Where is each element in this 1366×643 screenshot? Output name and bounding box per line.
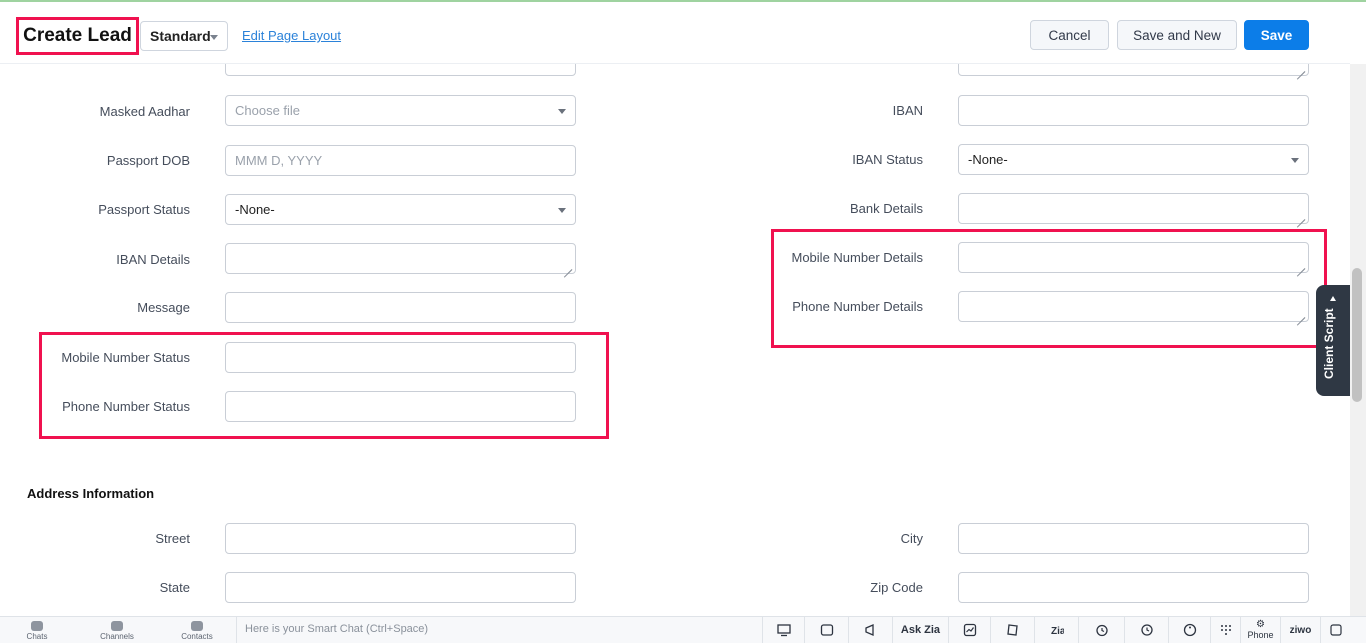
layout-select-value: Standard: [150, 28, 211, 44]
channels-button[interactable]: Channels: [87, 621, 147, 641]
chart-icon: [963, 623, 976, 637]
header-save-and-new-button[interactable]: Save and New: [1117, 20, 1237, 50]
svg-text:Zia: Zia: [1051, 626, 1064, 637]
chevron-down-icon: [558, 208, 566, 213]
history-button[interactable]: [1124, 617, 1168, 643]
phone-number-status-field[interactable]: [225, 391, 576, 422]
note-icon: [1006, 624, 1018, 636]
zia-icon: Zia: [1051, 626, 1064, 637]
caret-up-icon: [1330, 296, 1336, 301]
layout-select[interactable]: Standard: [140, 21, 228, 51]
monitor-icon: [776, 624, 791, 637]
chats-label: Chats: [26, 632, 48, 641]
passport-status-value: -None-: [235, 202, 275, 217]
contacts-label: Contacts: [181, 632, 213, 641]
contacts-icon: [191, 621, 203, 631]
client-script-tab[interactable]: Client Script: [1316, 285, 1350, 396]
iban-status-label: IBAN Status: [852, 152, 923, 167]
analytics-button[interactable]: [948, 617, 990, 643]
phone-number-status-label: Phone Number Status: [62, 399, 190, 414]
iban-status-value: -None-: [968, 152, 1008, 167]
iban-status-select[interactable]: -None-: [958, 144, 1309, 175]
resize-grip-icon: [1296, 260, 1305, 269]
edit-layout-link[interactable]: Edit Page Layout: [242, 28, 341, 43]
zip-code-label: Zip Code: [870, 580, 923, 595]
ziwo-button[interactable]: ziwo: [1280, 617, 1320, 643]
street-field[interactable]: [225, 523, 576, 554]
masked-aadhar-label: Masked Aadhar: [99, 104, 190, 119]
screen-share-button[interactable]: [762, 617, 804, 643]
iban-field[interactable]: [958, 95, 1309, 126]
caret-down-icon: [210, 35, 218, 40]
masked-aadhar-placeholder: Choose file: [235, 103, 301, 118]
client-script-label: Client Script: [1322, 308, 1336, 379]
header-cancel-button[interactable]: Cancel: [1030, 20, 1109, 50]
contacts-button[interactable]: Contacts: [167, 621, 227, 641]
megaphone-icon: [864, 624, 874, 636]
dialpad-icon: [1220, 625, 1231, 635]
mobile-number-status-label: Mobile Number Status: [61, 350, 190, 365]
resize-grip-icon: [1296, 211, 1305, 220]
state-field[interactable]: [225, 572, 576, 603]
chats-button[interactable]: Chats: [7, 621, 67, 641]
gear-icon: ⚙: [1256, 619, 1265, 630]
chat-icon: [31, 621, 43, 631]
masked-aadhar-select[interactable]: Choose file: [225, 95, 576, 126]
state-label: State: [159, 580, 190, 595]
bottom-toolbar: Chats Channels Contacts Here is your Sma…: [0, 616, 1366, 643]
phone-number-details-textarea[interactable]: [958, 291, 1309, 322]
city-field[interactable]: [958, 523, 1309, 554]
bank-details-textarea[interactable]: [958, 193, 1309, 224]
iban-label: IBAN: [892, 103, 923, 118]
dialpad-button[interactable]: [1210, 617, 1240, 643]
resize-grip-icon: [1296, 63, 1305, 72]
bank-details-label: Bank Details: [850, 201, 923, 216]
scrollbar-thumb[interactable]: [1352, 268, 1362, 402]
passport-dob-label: Passport DOB: [106, 153, 190, 168]
passport-status-select[interactable]: -None-: [225, 194, 576, 225]
phone-label: Phone: [1247, 630, 1274, 640]
chevron-down-icon: [1291, 158, 1299, 163]
phone-button[interactable]: ⚙ Phone: [1240, 617, 1280, 643]
alarm-clock-icon: [1095, 624, 1108, 637]
announcement-button[interactable]: [848, 617, 892, 643]
history-icon: [1140, 624, 1153, 636]
city-label: City: [900, 531, 923, 546]
video-icon: [820, 624, 833, 636]
accessibility-icon: [1183, 623, 1196, 637]
feedback-button[interactable]: [1320, 617, 1350, 643]
page-title-label: Create Lead: [16, 17, 139, 55]
notes-button[interactable]: [990, 617, 1034, 643]
iban-details-textarea[interactable]: [225, 243, 576, 274]
smart-chat-input[interactable]: Here is your Smart Chat (Ctrl+Space): [236, 617, 762, 643]
reminder-button[interactable]: [1078, 617, 1124, 643]
mobile-number-status-field[interactable]: [225, 342, 576, 373]
ask-zia-button[interactable]: Ask Zia: [892, 617, 948, 643]
phone-number-details-label: Phone Number Details: [792, 299, 923, 314]
feedback-icon: [1329, 624, 1342, 636]
accessibility-button[interactable]: [1168, 617, 1210, 643]
zia-button[interactable]: Zia: [1034, 617, 1078, 643]
mobile-number-details-label: Mobile Number Details: [791, 250, 924, 265]
zip-code-field[interactable]: [958, 572, 1309, 603]
meeting-button[interactable]: [804, 617, 848, 643]
channels-label: Channels: [100, 632, 134, 641]
iban-details-label: IBAN Details: [116, 252, 190, 267]
message-label: Message: [137, 300, 190, 315]
mobile-number-details-textarea[interactable]: [958, 242, 1309, 273]
street-label: Street: [155, 531, 190, 546]
passport-status-label: Passport Status: [98, 202, 190, 217]
header-cover: Create Lead Standard Edit Page Layout Ca…: [0, 2, 1350, 64]
passport-dob-placeholder: MMM D, YYYY: [235, 153, 323, 168]
header-save-button[interactable]: Save: [1244, 20, 1309, 50]
resize-grip-icon: [1296, 309, 1305, 318]
message-field[interactable]: [225, 292, 576, 323]
passport-dob-field[interactable]: MMM D, YYYY: [225, 145, 576, 176]
channels-icon: [111, 621, 123, 631]
address-section-title: Address Information: [27, 486, 155, 501]
chevron-down-icon: [558, 109, 566, 114]
resize-grip-icon: [563, 261, 572, 270]
